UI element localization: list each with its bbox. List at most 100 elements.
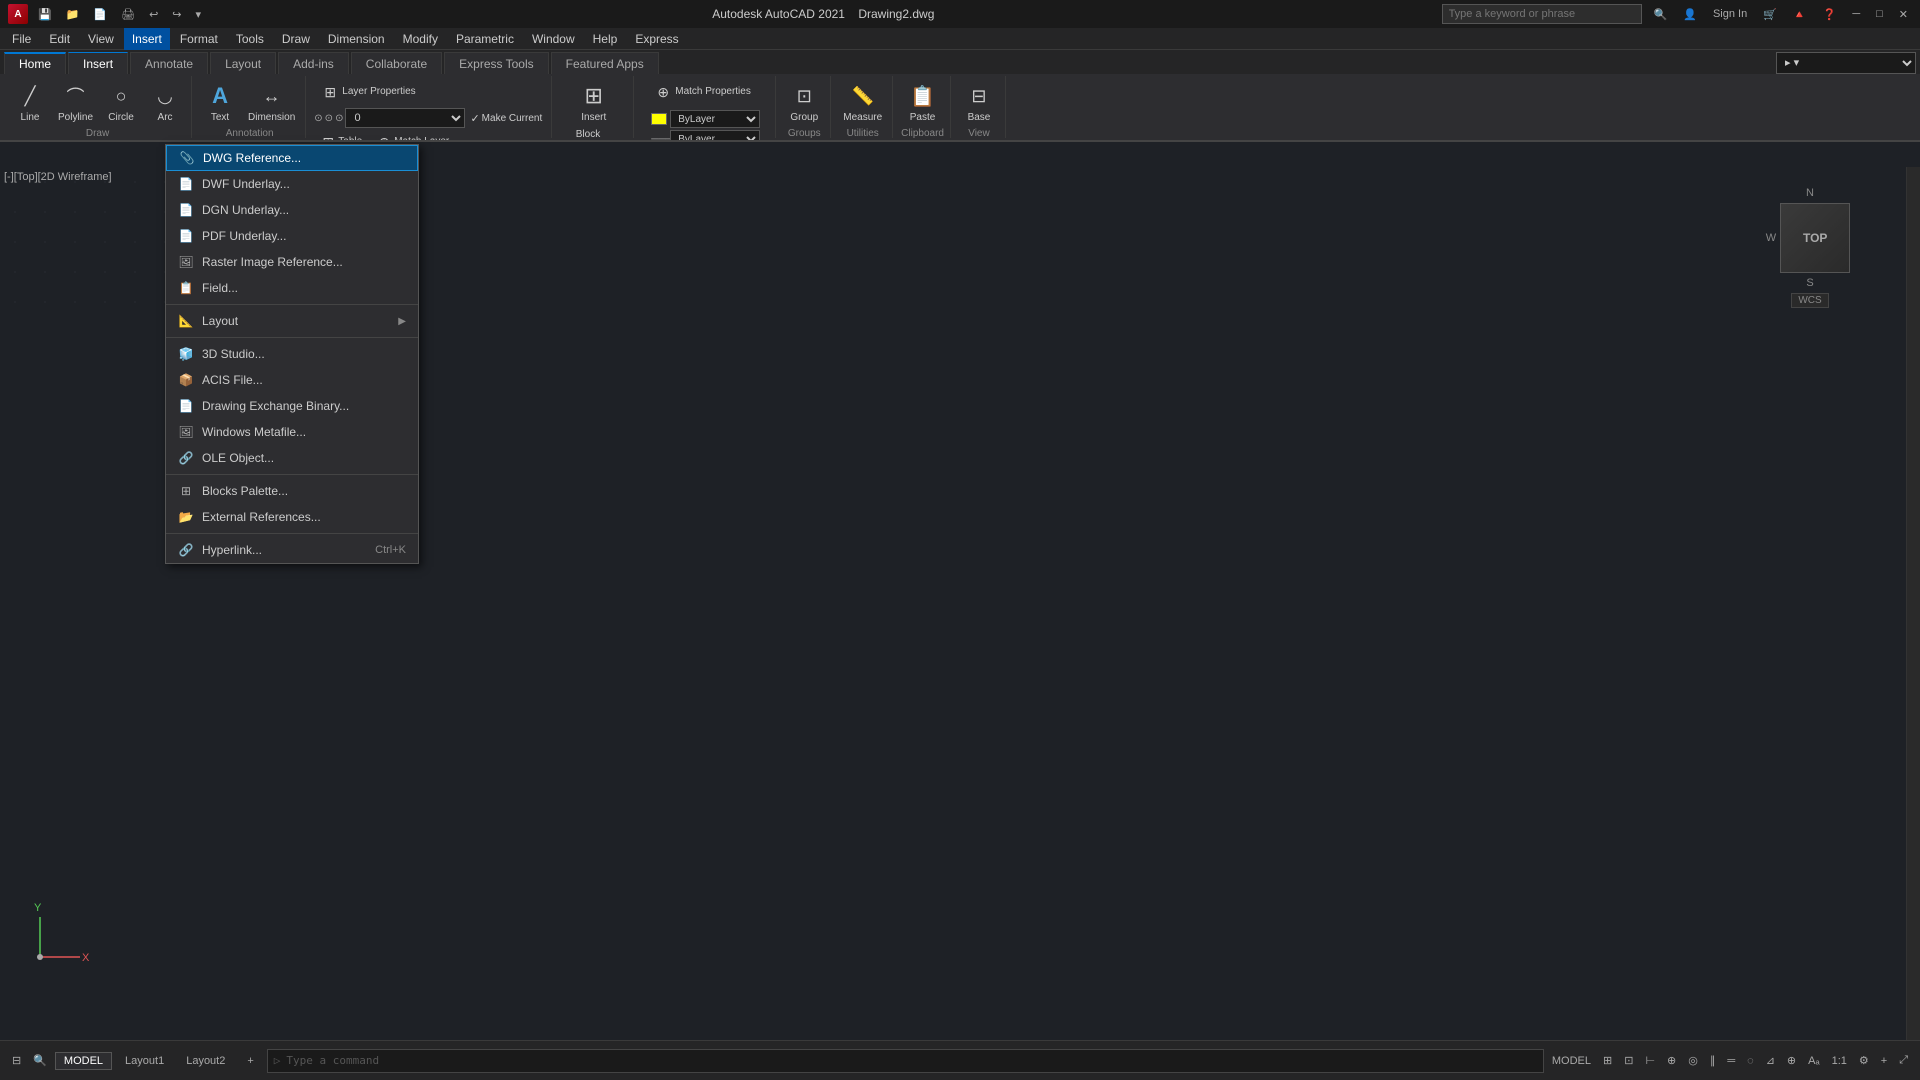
full-screen-btn[interactable]: ⤢ (1895, 1052, 1912, 1069)
menu-acis-file[interactable]: 📦 ACIS File... (166, 367, 418, 393)
menu-view[interactable]: View (80, 28, 122, 50)
base-btn[interactable]: ⊟ Base (959, 78, 999, 126)
tab-insert[interactable]: Insert (68, 52, 128, 74)
user-icon[interactable]: 👤 (1679, 6, 1701, 23)
menu-hyperlink[interactable]: 🔗 Hyperlink... Ctrl+K (166, 537, 418, 563)
store-btn[interactable]: 🛒 (1759, 6, 1781, 23)
menu-express[interactable]: Express (627, 28, 686, 50)
paste-btn[interactable]: 📋 Paste (903, 78, 943, 126)
annotation-scale-btn[interactable]: Aₐ (1804, 1053, 1823, 1069)
match-properties-btn[interactable]: ⊕ Match Properties (647, 78, 755, 106)
quick-open-btn[interactable]: 📁 (62, 6, 84, 23)
quick-save-btn[interactable]: 💾 (34, 6, 56, 23)
tab-express-tools[interactable]: Express Tools (444, 52, 548, 74)
transparency-btn[interactable]: ◌ (1743, 1053, 1758, 1069)
menu-pdf-underlay[interactable]: 📄 PDF Underlay... (166, 223, 418, 249)
quick-undo-btn[interactable]: ↩ (145, 6, 162, 23)
menu-parametric[interactable]: Parametric (448, 28, 522, 50)
circle-icon: ○ (105, 80, 137, 112)
color-dropdown[interactable]: ByLayer (670, 110, 760, 128)
close-btn[interactable]: ✕ (1895, 6, 1912, 23)
tab-featured-apps[interactable]: Featured Apps (551, 52, 659, 74)
command-bar[interactable]: ▷ Type a command (267, 1049, 1544, 1073)
tab-add-ins[interactable]: Add-ins (278, 52, 349, 74)
quick-redo-btn[interactable]: ↪ (168, 6, 185, 23)
line-btn[interactable]: ╱ Line (10, 78, 50, 126)
search-toggle-btn[interactable]: 🔍 (29, 1052, 51, 1069)
tab-layout[interactable]: Layout (210, 52, 276, 74)
layer-properties-btn[interactable]: ⊞ Layer Properties (314, 78, 419, 106)
match-layer-btn[interactable]: ⊕ Match Layer (370, 130, 453, 140)
layer-select[interactable]: 0 (345, 108, 465, 128)
settings-btn[interactable]: ⚙ (1855, 1052, 1873, 1069)
insert-btn[interactable]: ⊞ Insert (574, 78, 614, 126)
table-btn[interactable]: ⊞ Table (314, 130, 366, 140)
workspace-dropdown[interactable]: ▸ ▾ (1776, 52, 1916, 74)
blocks-label: Blocks Palette... (202, 484, 406, 498)
maximize-btn[interactable]: □ (1872, 6, 1887, 22)
menu-dwg-reference[interactable]: 📎 DWG Reference... (166, 145, 418, 171)
menu-help[interactable]: Help (585, 28, 626, 50)
menu-drawing-exchange[interactable]: 📄 Drawing Exchange Binary... (166, 393, 418, 419)
menu-3d-studio[interactable]: 🧊 3D Studio... (166, 341, 418, 367)
osnap-btn[interactable]: ◎ (1684, 1052, 1702, 1069)
tab-model[interactable]: MODEL (55, 1052, 112, 1070)
panel-toggle-btn[interactable]: ⊟ (8, 1052, 25, 1069)
make-current-btn[interactable]: ✓ Make Current (467, 111, 545, 126)
measure-btn[interactable]: 📏 Measure (839, 78, 886, 126)
group-btn[interactable]: ⊡ Group (784, 78, 824, 126)
ortho-btn[interactable]: ⊢ (1641, 1052, 1659, 1069)
search-btn[interactable]: 🔍 (1650, 6, 1672, 23)
add-layout-btn[interactable]: + (238, 1052, 262, 1070)
lineweight-btn[interactable]: ═ (1723, 1053, 1739, 1069)
polyline-btn[interactable]: ⌒ Polyline (54, 78, 97, 126)
menu-dgn-underlay[interactable]: 📄 DGN Underlay... (166, 197, 418, 223)
menu-insert[interactable]: Insert (124, 28, 170, 50)
sign-in-btn[interactable]: Sign In (1709, 6, 1751, 22)
nav-cube-box[interactable]: TOP (1780, 203, 1850, 273)
quick-print-btn[interactable]: 🖨 (117, 6, 139, 23)
menu-dimension[interactable]: Dimension (320, 28, 393, 50)
selection-btn[interactable]: ⊿ (1762, 1052, 1779, 1069)
menu-external-references[interactable]: 📂 External References... (166, 504, 418, 530)
tab-layout2[interactable]: Layout2 (177, 1052, 234, 1070)
model-label-btn[interactable]: MODEL (1548, 1053, 1595, 1069)
menu-layout[interactable]: 📐 Layout ▶ (166, 308, 418, 334)
grid-btn[interactable]: ⊞ (1599, 1052, 1616, 1069)
menu-windows-metafile[interactable]: 🖼 Windows Metafile... (166, 419, 418, 445)
menu-modify[interactable]: Modify (395, 28, 446, 50)
menu-tools[interactable]: Tools (228, 28, 272, 50)
circle-btn[interactable]: ○ Circle (101, 78, 141, 126)
tab-home[interactable]: Home (4, 52, 66, 74)
tab-collaborate[interactable]: Collaborate (351, 52, 442, 74)
menu-ole-object[interactable]: 🔗 OLE Object... (166, 445, 418, 471)
tab-layout1[interactable]: Layout1 (116, 1052, 173, 1070)
gizmo-btn[interactable]: ⊕ (1783, 1052, 1800, 1069)
otrack-btn[interactable]: ∥ (1706, 1052, 1720, 1069)
text-btn[interactable]: A Text (200, 78, 240, 126)
tab-annotate[interactable]: Annotate (130, 52, 208, 74)
menu-edit[interactable]: Edit (41, 28, 78, 50)
color-swatch[interactable] (651, 113, 667, 125)
snap-btn[interactable]: ⊡ (1620, 1052, 1637, 1069)
base-label: Base (968, 112, 991, 124)
menu-blocks-palette[interactable]: ⊞ Blocks Palette... (166, 478, 418, 504)
menu-draw[interactable]: Draw (274, 28, 318, 50)
menu-file[interactable]: File (4, 28, 39, 50)
info-btn[interactable]: ❓ (1819, 6, 1841, 23)
menu-field[interactable]: 📋 Field... (166, 275, 418, 301)
linetype-dropdown[interactable]: ByLayer (670, 130, 760, 140)
quick-dropdown-btn[interactable]: ▾ (192, 6, 206, 23)
menu-format[interactable]: Format (172, 28, 226, 50)
arc-btn[interactable]: ◡ Arc (145, 78, 185, 126)
menu-window[interactable]: Window (524, 28, 583, 50)
minimize-btn[interactable]: ─ (1848, 6, 1864, 22)
scale-label-btn[interactable]: 1:1 (1828, 1053, 1851, 1069)
polar-btn[interactable]: ⊕ (1663, 1052, 1680, 1069)
keyword-search[interactable] (1442, 4, 1642, 24)
dimension-btn[interactable]: ↔ Dimension (244, 78, 299, 126)
menu-dwf-underlay[interactable]: 📄 DWF Underlay... (166, 171, 418, 197)
menu-raster-image[interactable]: 🖼 Raster Image Reference... (166, 249, 418, 275)
zoom-btn[interactable]: + (1877, 1053, 1891, 1069)
quick-new-btn[interactable]: 📄 (89, 6, 111, 23)
